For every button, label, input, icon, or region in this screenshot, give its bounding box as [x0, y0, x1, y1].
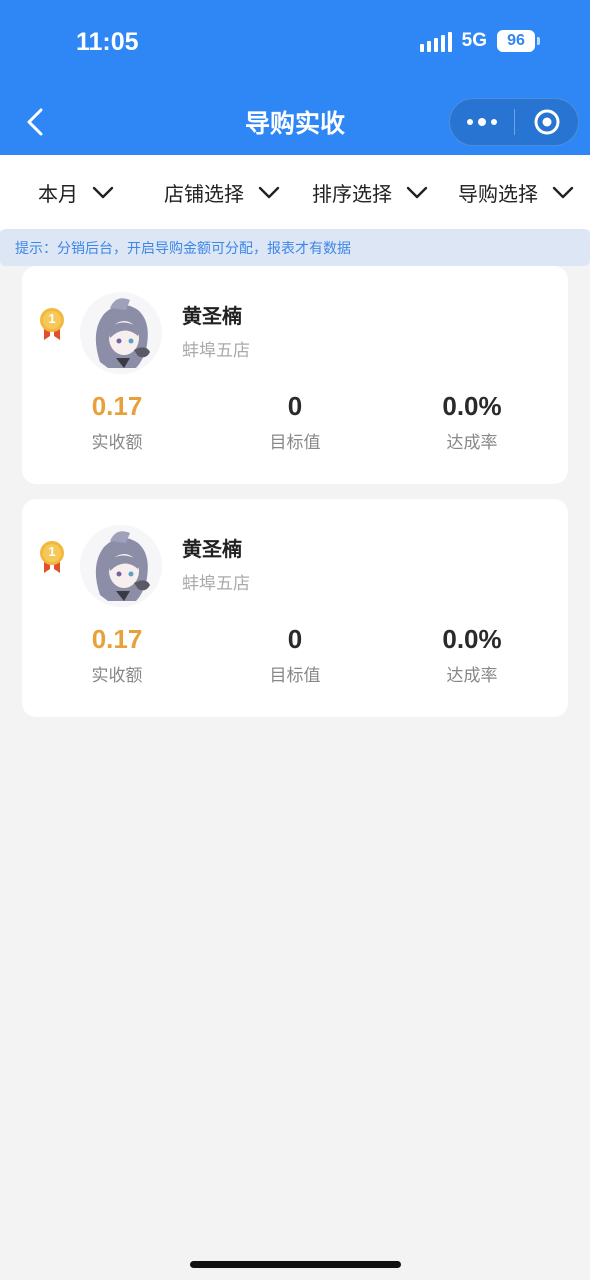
metric-label: 实收额	[91, 433, 143, 453]
guide-name: 黄圣楠	[182, 537, 242, 561]
chevron-down-icon	[552, 186, 574, 198]
notice-banner: 提示：分销后台，开启导购金额可分配，报表才有数据	[0, 229, 590, 266]
filter-month-label: 本月	[38, 182, 78, 206]
home-indicator	[190, 1261, 401, 1268]
metric-rate: 0.0% 达成率	[382, 623, 562, 686]
more-button[interactable]	[450, 99, 514, 145]
metric-label: 达成率	[446, 433, 498, 453]
status-time: 11:05	[76, 28, 139, 56]
rank-number: 1	[48, 544, 56, 559]
battery-icon: 96	[497, 30, 535, 52]
chevron-down-icon	[92, 186, 114, 198]
chevron-down-icon	[406, 186, 428, 198]
filter-store-label: 店铺选择	[164, 182, 244, 206]
filter-guide-label: 导购选择	[458, 182, 538, 206]
status-indicators: 5G 96	[419, 30, 540, 52]
metric-target: 0 目标值	[205, 390, 385, 453]
store-name: 蚌埠五店	[182, 574, 250, 594]
avatar	[80, 292, 162, 374]
filter-sort[interactable]: 排序选择	[312, 155, 428, 230]
metric-target: 0 目标值	[205, 623, 385, 686]
metric-value: 0.0%	[442, 391, 502, 421]
rank-medal-icon: 1	[38, 306, 66, 342]
signal-icon	[419, 30, 452, 52]
close-button[interactable]	[515, 99, 578, 145]
metric-rate: 0.0% 达成率	[382, 390, 562, 453]
metric-value: 0	[287, 624, 303, 654]
guide-card[interactable]: 1 黄圣楠 蚌埠五店 0.17 实收额 0 目标值 0.0% 达成率	[22, 499, 568, 717]
avatar	[80, 525, 162, 607]
metric-label: 实收额	[91, 666, 143, 686]
metric-label: 达成率	[446, 666, 498, 686]
metric-label: 目标值	[269, 433, 321, 453]
guide-card[interactable]: 1 黄圣楠 蚌埠五店 0.17 实收额 0 目标值 0.0% 达成率	[22, 266, 568, 484]
rank-number: 1	[48, 311, 56, 326]
network-type: 5G	[461, 30, 487, 51]
store-name: 蚌埠五店	[182, 341, 250, 361]
battery-tip	[537, 37, 540, 45]
metric-received: 0.17 实收额	[27, 623, 207, 686]
metric-value: 0.17	[91, 624, 143, 654]
metric-label: 目标值	[269, 666, 321, 686]
mini-program-capsule	[449, 98, 579, 146]
filter-month[interactable]: 本月	[38, 155, 114, 230]
metric-value: 0.17	[91, 391, 143, 421]
top-bar: 11:05 5G 96 导购实收	[0, 0, 590, 155]
filter-guide[interactable]: 导购选择	[458, 155, 574, 230]
target-icon	[534, 109, 559, 135]
metric-value: 0	[287, 391, 303, 421]
filter-sort-label: 排序选择	[312, 182, 392, 206]
metric-value: 0.0%	[442, 624, 502, 654]
rank-medal-icon: 1	[38, 539, 66, 575]
guide-name: 黄圣楠	[182, 304, 242, 328]
filter-bar: 本月 店铺选择 排序选择 导购选择	[0, 155, 590, 230]
metric-received: 0.17 实收额	[27, 390, 207, 453]
filter-store[interactable]: 店铺选择	[164, 155, 280, 230]
chevron-down-icon	[258, 186, 280, 198]
